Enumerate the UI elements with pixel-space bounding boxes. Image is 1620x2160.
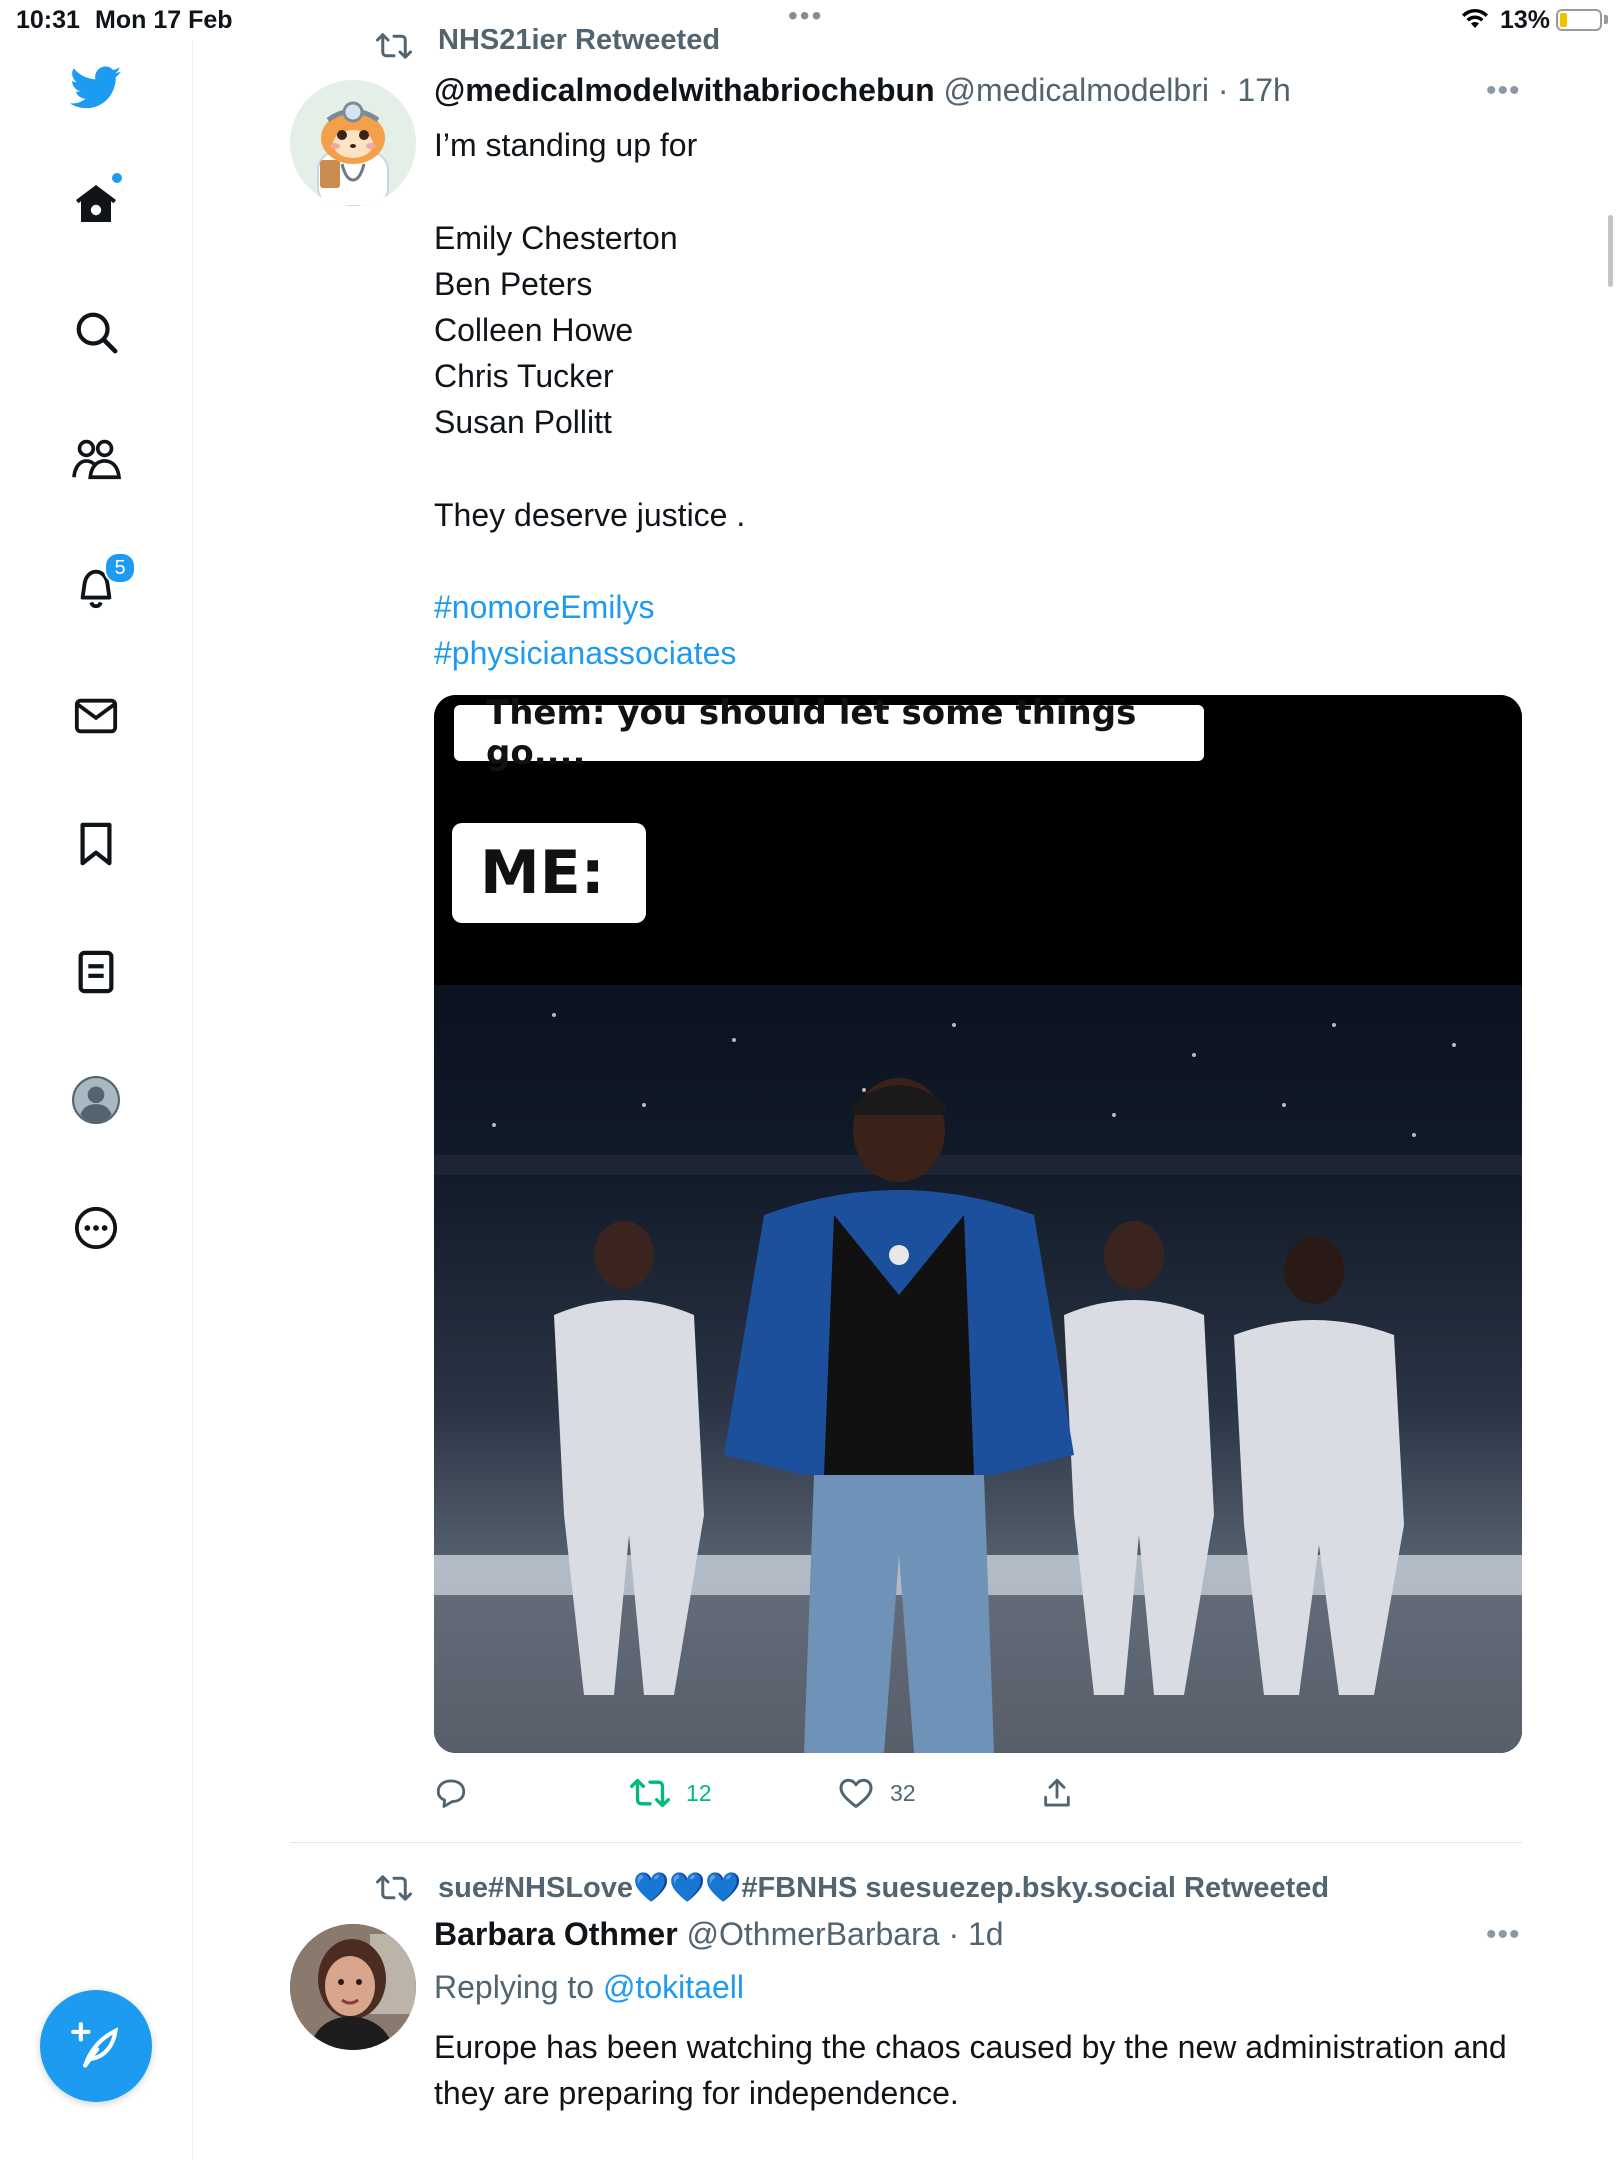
bookmark-icon[interactable]: [68, 816, 124, 872]
twitter-logo-icon[interactable]: [68, 60, 124, 116]
replying-to-link[interactable]: @tokitaell: [603, 1969, 744, 2005]
tweet-more-icon[interactable]: •••: [1486, 1918, 1521, 1952]
sidebar: 5: [0, 40, 193, 2160]
replying-prefix: Replying to: [434, 1969, 603, 2005]
replying-to-line: Replying to @tokitaell: [434, 1964, 744, 2010]
tweet-header: Barbara Othmer @OthmerBarbara · 1d: [434, 1916, 1004, 1953]
scrollbar[interactable]: [1608, 215, 1613, 287]
hashtag-link[interactable]: #physicianassociates: [434, 630, 736, 676]
list-icon[interactable]: [68, 944, 124, 1000]
meme-caption-top: Them: you should let some things go....: [454, 695, 1204, 773]
tweet-more-icon[interactable]: •••: [1486, 74, 1521, 108]
retweet-icon: [630, 1778, 670, 1808]
author-name[interactable]: Barbara Othmer: [434, 1916, 678, 1952]
reply-icon: [436, 1779, 466, 1808]
battery-percent: 13%: [1500, 6, 1551, 34]
author-handle-time[interactable]: @OthmerBarbara · 1d: [687, 1916, 1004, 1952]
notifications-badge: 5: [104, 552, 136, 584]
status-date: Mon 17 Feb: [95, 6, 233, 34]
like-count: 32: [890, 1779, 916, 1806]
home-icon[interactable]: [68, 173, 124, 232]
retweet-small-icon: [376, 33, 412, 59]
retweet-button[interactable]: 12: [630, 1776, 712, 1810]
tweet-header: @medicalmodelwithabriochebun @medicalmod…: [434, 72, 1291, 109]
search-icon[interactable]: [68, 304, 124, 360]
battery-nub: [1604, 15, 1608, 24]
tweet-names-list: Emily Chesterton Ben Peters Colleen Howe…: [434, 220, 678, 440]
multitasking-dots-icon[interactable]: •••: [788, 0, 823, 32]
like-button[interactable]: 32: [838, 1776, 916, 1810]
compose-tweet-button[interactable]: [40, 1990, 152, 2102]
retweeted-by-text[interactable]: NHS21ier Retweeted: [438, 26, 720, 57]
hashtag-link[interactable]: #nomoreEmilys: [434, 584, 655, 630]
tweet-outro: They deserve justice .: [434, 497, 746, 533]
status-bar: 10:31 Mon 17 Feb ••• 13%: [0, 0, 1620, 40]
retweeted-by-line: NHS21ier Retweeted: [376, 26, 720, 66]
home-unread-dot: [112, 173, 122, 183]
envelope-icon[interactable]: [68, 688, 124, 744]
retweeted-by-text[interactable]: sue#NHSLove💙💙💙#FBNHS suesuezep.bsky.soci…: [438, 1871, 1329, 1905]
retweet-small-icon: [376, 1875, 412, 1901]
retweet-count: 12: [686, 1779, 712, 1806]
user-avatar[interactable]: [290, 1924, 416, 2050]
tweet-media-image[interactable]: Them: you should let some things go.... …: [434, 695, 1522, 1753]
battery-icon: [1556, 9, 1602, 31]
tweet-divider: [290, 1842, 1522, 1843]
feather-plus-icon: [71, 2022, 119, 2068]
people-icon[interactable]: [68, 432, 124, 488]
avatar-icon[interactable]: [68, 1072, 124, 1128]
tweet-intro: I’m standing up for: [434, 127, 698, 163]
status-time: 10:31: [16, 6, 80, 34]
share-button[interactable]: [1040, 1776, 1074, 1810]
bell-icon[interactable]: 5: [68, 552, 136, 616]
share-icon: [1044, 1778, 1070, 1807]
wifi-icon: [1462, 8, 1488, 28]
author-name[interactable]: @medicalmodelwithabriochebun: [434, 72, 935, 108]
more-circle-icon[interactable]: [68, 1200, 124, 1256]
meme-caption-me: ME:: [452, 823, 646, 923]
reply-button[interactable]: [434, 1776, 484, 1810]
retweeted-by-line: sue#NHSLove💙💙💙#FBNHS suesuezep.bsky.soci…: [376, 1868, 1329, 1908]
tweet-actions: 12 32: [434, 1774, 1534, 1818]
tweet-text: Europe has been watching the chaos cause…: [434, 2029, 1507, 2111]
heart-icon: [839, 1778, 873, 1808]
user-avatar[interactable]: [290, 80, 416, 206]
author-handle-time[interactable]: @medicalmodelbri · 17h: [944, 72, 1291, 108]
